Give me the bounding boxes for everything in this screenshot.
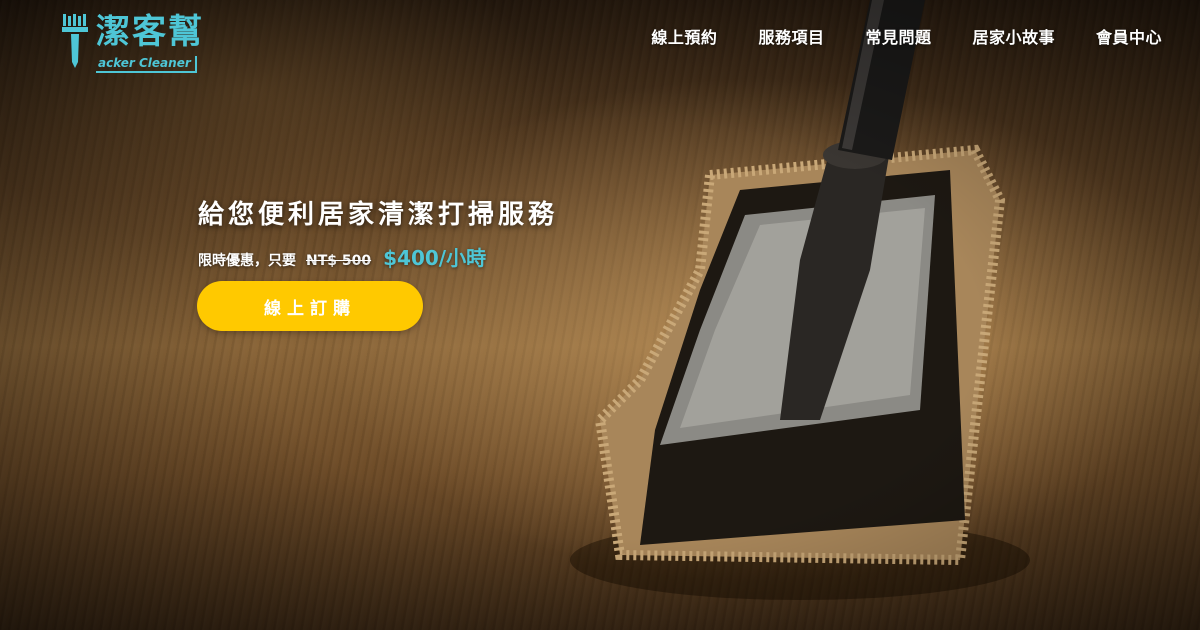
nav-item-member-center[interactable]: 會員中心 <box>1096 24 1162 48</box>
nav-item-online-booking[interactable]: 線上預約 <box>651 24 717 48</box>
nav-item-home-stories[interactable]: 居家小故事 <box>972 24 1055 48</box>
nav-item-services[interactable]: 服務項目 <box>758 24 824 48</box>
brand-name: 潔客幫 <box>96 12 204 52</box>
order-online-button[interactable]: 線上訂購 <box>197 281 423 331</box>
old-price: NT$ 500 <box>306 253 372 269</box>
brand-subtitle: acker Cleaner <box>96 56 197 73</box>
hero-headline: 給您便利居家清潔打掃服務 <box>198 200 559 230</box>
promo-label: 限時優惠，只要 <box>198 253 296 269</box>
new-price: $400/小時 <box>383 246 487 270</box>
hero-vignette <box>0 0 1200 630</box>
nav-item-faq[interactable]: 常見問題 <box>865 24 931 48</box>
main-nav: 線上預約 服務項目 常見問題 居家小故事 會員中心 <box>610 24 1162 48</box>
brush-cleaner-logo-icon <box>62 14 88 68</box>
promo-line: 限時優惠，只要 NT$ 500 $400/小時 <box>198 242 486 271</box>
hero-background <box>0 0 1200 630</box>
brand-logo[interactable]: 潔客幫 acker Cleaner <box>60 12 204 73</box>
